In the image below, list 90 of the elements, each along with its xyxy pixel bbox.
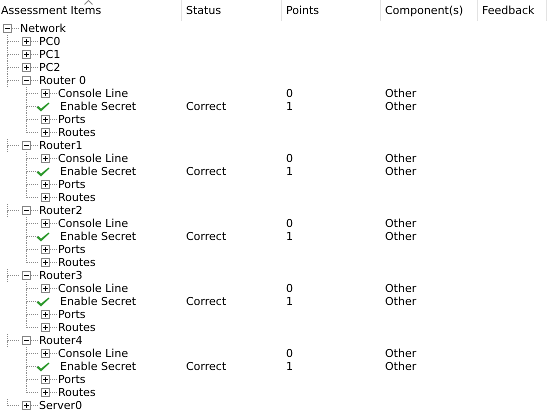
table-cell: 0 [286,217,293,230]
tree-item-label[interactable]: Router 0 [38,74,86,87]
tree-item-label[interactable]: Enable Secret [59,230,136,243]
table-cell: 1 [286,165,293,178]
tree-item-label[interactable]: Console Line [57,87,128,100]
tree-toggle[interactable] [41,375,50,384]
tree-item-label[interactable]: PC2 [38,61,60,74]
table-cell: Correct [186,360,226,373]
tree-item-label[interactable]: Console Line [57,282,128,295]
tree-toggle[interactable] [41,180,50,189]
table-cell: 1 [286,360,293,373]
tree-toggle[interactable] [3,24,12,33]
table-cell: 0 [286,282,293,295]
tree-item-label[interactable]: Ports [57,113,86,126]
check-icon [36,296,50,306]
tree-item-label[interactable]: Router3 [38,269,82,282]
check-icon [36,362,50,372]
tree-toggle[interactable] [41,388,50,397]
tree-item-label[interactable]: Enable Secret [59,295,136,308]
tree-item-label[interactable]: Router2 [38,204,82,217]
table-cell: Other [385,87,416,100]
tree-toggle[interactable] [41,219,50,228]
table-cell: Correct [186,100,226,113]
tree-toggle[interactable] [22,37,31,46]
table-cell: 0 [286,87,293,100]
tree-item-label[interactable]: PC1 [38,48,60,61]
tree-toggle[interactable] [41,89,50,98]
table-cell: Other [385,165,416,178]
table-cell: Correct [186,165,226,178]
tree-item-label[interactable]: Ports [57,178,86,191]
check-icon [36,232,50,242]
tree-item-label[interactable]: Router4 [38,334,82,347]
tree-toggle[interactable] [22,271,31,280]
column-header[interactable]: Status [186,4,222,17]
tree-toggle[interactable] [41,154,50,163]
column-header[interactable]: Assessment Items [1,4,102,17]
table-cell: Other [385,217,416,230]
tree-item-label[interactable]: PC0 [38,35,60,48]
tree-toggle[interactable] [41,193,50,202]
tree-item-label[interactable]: Network [19,22,66,35]
tree-item-label[interactable]: Ports [57,373,86,386]
tree-item-label[interactable]: Enable Secret [59,165,136,178]
table-cell: Other [385,295,416,308]
tree-toggle[interactable] [41,115,50,124]
check-icon [36,102,50,112]
tree-toggle[interactable] [41,245,50,254]
tree-toggle[interactable] [41,284,50,293]
tree-item-label[interactable]: Routes [57,386,96,399]
tree-toggle[interactable] [41,310,50,319]
tree-toggle[interactable] [22,336,31,345]
tree-item-label[interactable]: Router1 [38,139,82,152]
tree-item-label[interactable]: Ports [57,308,86,321]
tree-item-label[interactable]: Enable Secret [59,360,136,373]
tree-item-label[interactable]: Console Line [57,217,128,230]
tree-item-label[interactable]: Console Line [57,152,128,165]
table-cell: 1 [286,230,293,243]
tree-item-label[interactable]: Console Line [57,347,128,360]
tree-item-label[interactable]: Routes [57,321,96,334]
table-cell: 1 [286,295,293,308]
tree-item-label[interactable]: Server0 [38,399,82,412]
tree-item-label[interactable]: Routes [57,126,96,139]
table-cell: 0 [286,347,293,360]
table-cell: 1 [286,100,293,113]
column-header[interactable]: Feedback [482,4,534,17]
table-cell: Correct [186,295,226,308]
table-cell: 0 [286,152,293,165]
column-header[interactable]: Component(s) [385,4,464,17]
table-cell: Other [385,230,416,243]
tree-toggle[interactable] [22,141,31,150]
tree-toggle[interactable] [41,349,50,358]
tree-item-label[interactable]: Routes [57,256,96,269]
table-cell: Correct [186,230,226,243]
table-cell: Other [385,152,416,165]
tree-toggle[interactable] [41,258,50,267]
column-header[interactable]: Points [286,4,320,17]
check-icon [36,166,50,176]
tree-toggle[interactable] [22,50,31,59]
tree-item-label[interactable]: Routes [57,191,96,204]
tree-item-label[interactable]: Ports [57,243,86,256]
table-cell: Other [385,360,416,373]
table-cell: Other [385,282,416,295]
tree-toggle[interactable] [22,401,31,410]
tree-toggle[interactable] [41,323,50,332]
tree-item-label[interactable]: Enable Secret [59,100,136,113]
table-cell: Other [385,100,416,113]
tree-toggle[interactable] [41,128,50,137]
table-cell: Other [385,347,416,360]
tree-toggle[interactable] [22,63,31,72]
tree-toggle[interactable] [22,76,31,85]
tree-toggle[interactable] [22,206,31,215]
